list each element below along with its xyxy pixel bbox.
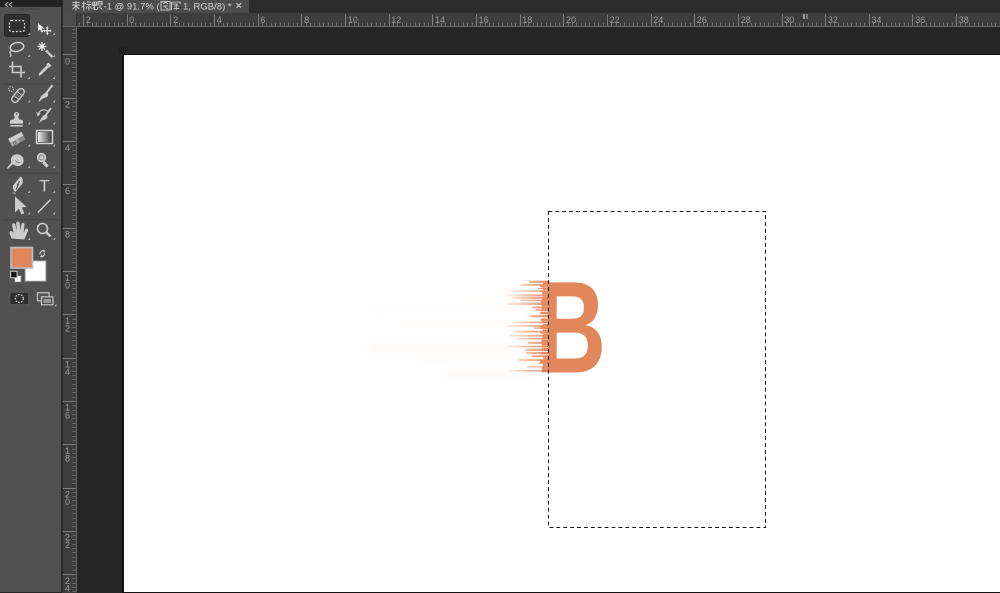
svg-text:-1 @ 91.7% (: -1 @ 91.7% ( <box>104 1 161 12</box>
svg-text:38: 38 <box>959 15 969 25</box>
svg-text:18: 18 <box>522 15 532 25</box>
svg-text:0: 0 <box>129 15 134 25</box>
svg-text:2: 2 <box>65 324 70 334</box>
svg-text:6: 6 <box>65 410 70 420</box>
svg-text:32: 32 <box>828 15 838 25</box>
svg-text:4: 4 <box>65 584 70 593</box>
svg-text:8: 8 <box>304 15 309 25</box>
svg-text:12: 12 <box>391 15 401 25</box>
svg-text:30: 30 <box>784 15 794 25</box>
svg-text:20: 20 <box>566 15 576 25</box>
svg-text:1, RGB/8) *: 1, RGB/8) * <box>183 1 232 12</box>
svg-text:24: 24 <box>653 15 663 25</box>
svg-text:36: 36 <box>915 15 925 25</box>
svg-text:10: 10 <box>348 15 358 25</box>
svg-text:6: 6 <box>65 186 70 196</box>
svg-text:6: 6 <box>260 15 265 25</box>
svg-text:4: 4 <box>65 143 70 153</box>
svg-text:2: 2 <box>173 15 178 25</box>
svg-text:0: 0 <box>65 56 70 66</box>
svg-text:28: 28 <box>741 15 751 25</box>
svg-text:22: 22 <box>610 15 620 25</box>
svg-text:0: 0 <box>65 280 70 290</box>
svg-text:2: 2 <box>86 15 91 25</box>
svg-text:14: 14 <box>435 15 445 25</box>
svg-text:0: 0 <box>65 497 70 507</box>
svg-text:8: 8 <box>65 454 70 464</box>
svg-text:16: 16 <box>479 15 489 25</box>
svg-text:34: 34 <box>872 15 882 25</box>
svg-text:T: T <box>39 177 49 196</box>
svg-text:8: 8 <box>65 230 70 240</box>
svg-text:26: 26 <box>697 15 707 25</box>
svg-text:2: 2 <box>65 100 70 110</box>
svg-text:4: 4 <box>65 367 70 377</box>
svg-text:2: 2 <box>65 540 70 550</box>
svg-text:4: 4 <box>217 15 222 25</box>
